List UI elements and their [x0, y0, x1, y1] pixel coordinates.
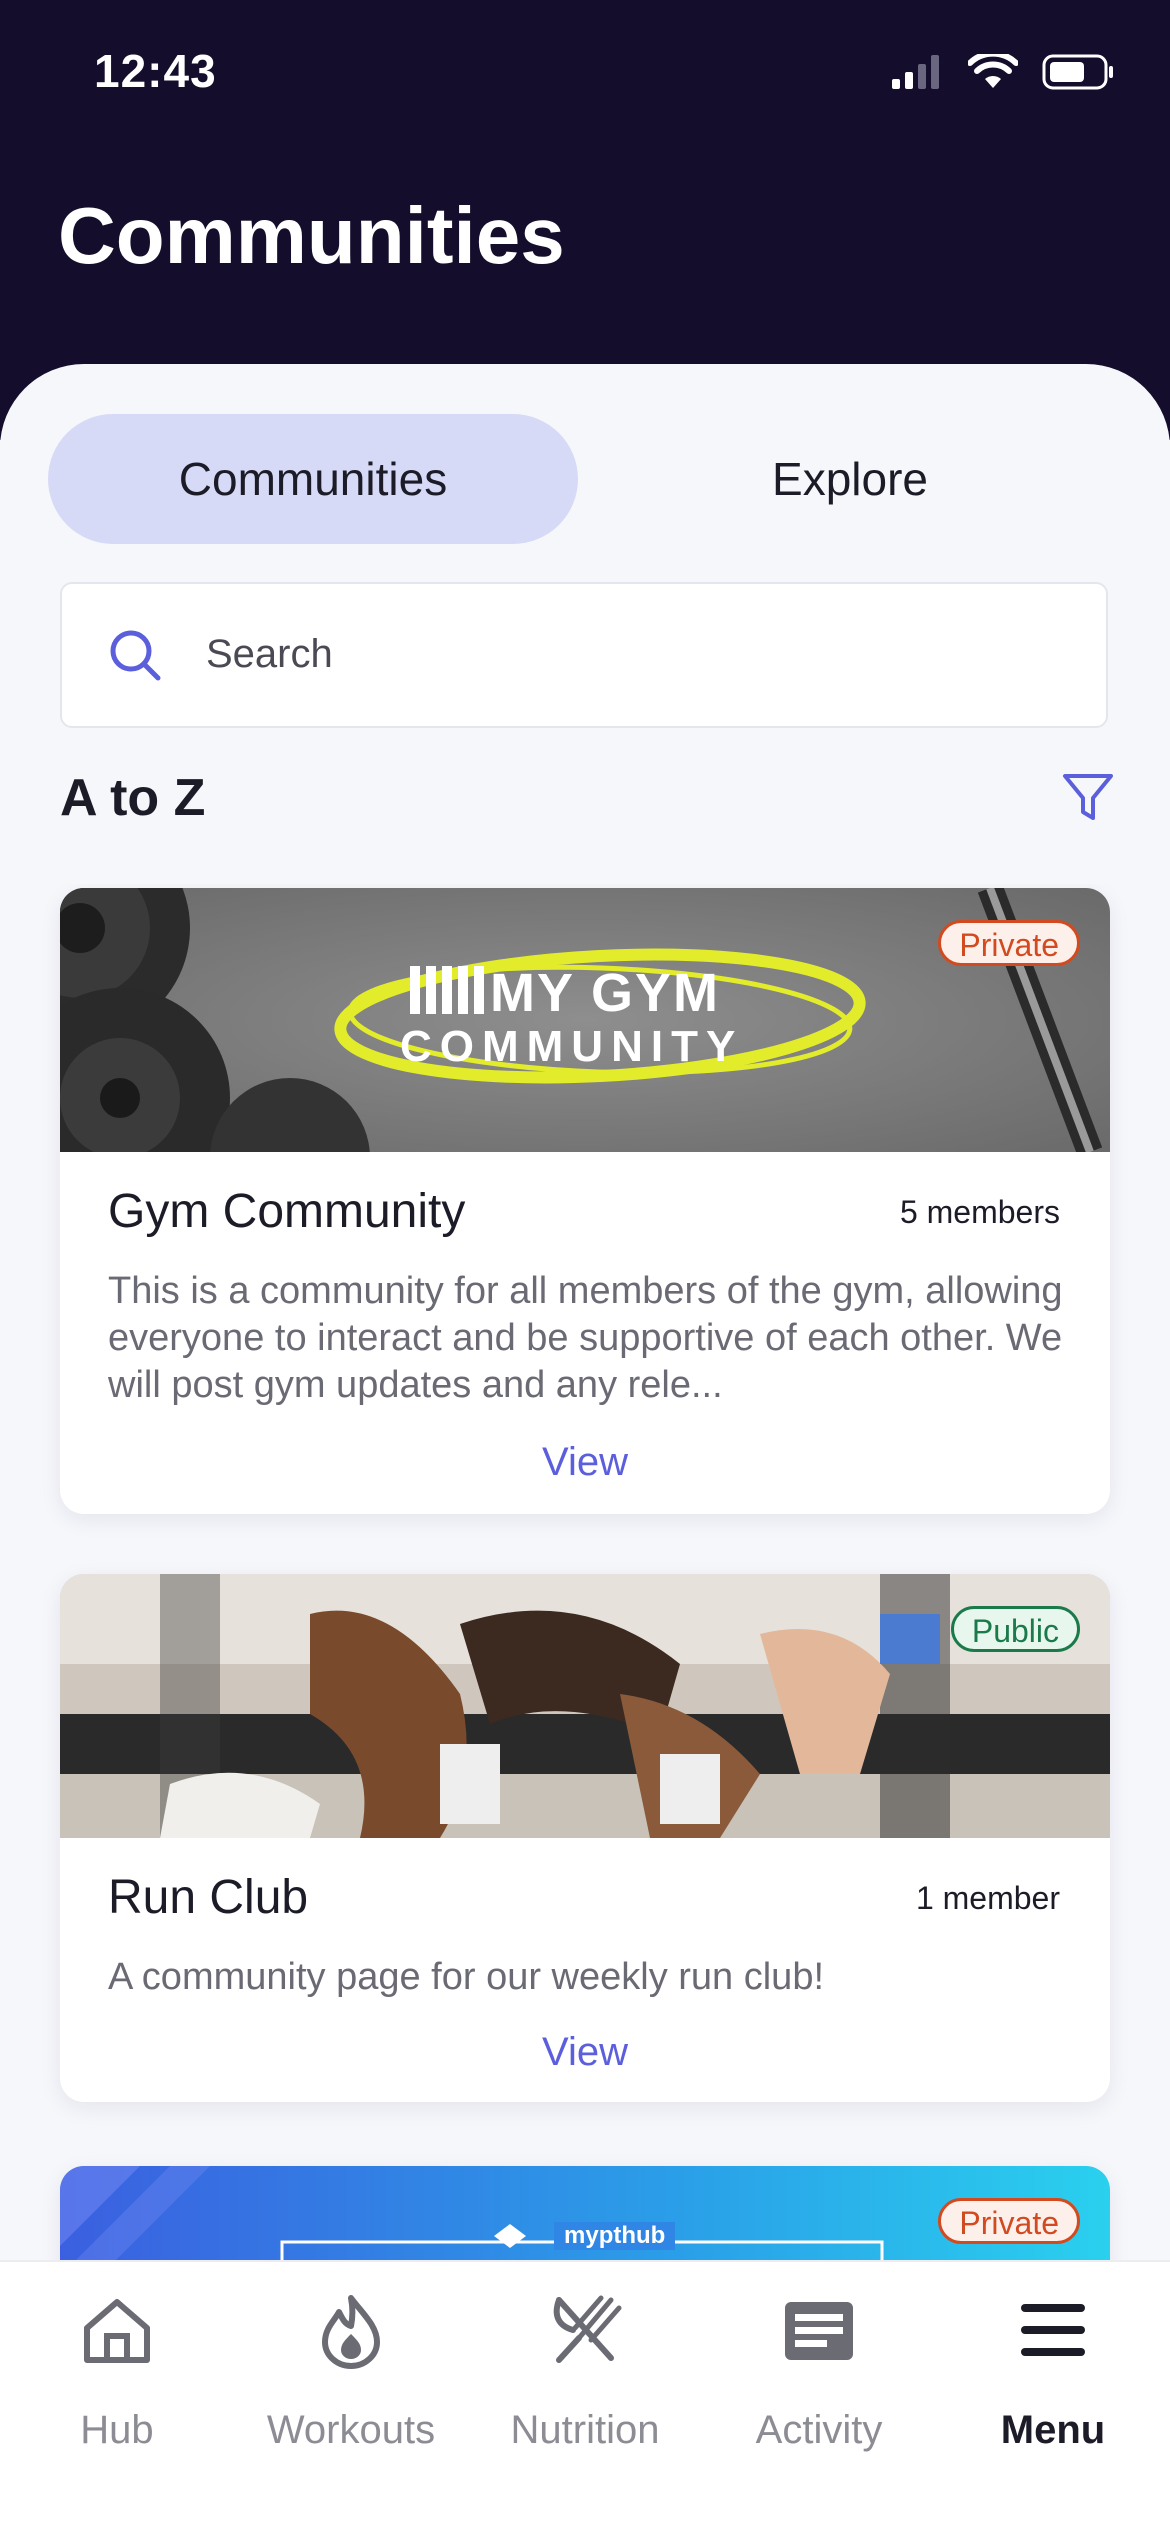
- community-list: MY GYM COMMUNITY Private Gym Community 5…: [0, 884, 1170, 2260]
- community-card-gym[interactable]: MY GYM COMMUNITY Private Gym Community 5…: [60, 888, 1110, 1514]
- segmented-control: Communities Explore: [48, 414, 1122, 544]
- view-link[interactable]: View: [60, 1440, 1110, 1485]
- flame-icon: [322, 2295, 380, 2369]
- privacy-badge-public: Public: [950, 1606, 1080, 1652]
- cellular-signal-icon: [892, 55, 939, 89]
- gym-banner-subtitle: COMMUNITY: [400, 1022, 744, 1071]
- mypthub-banner-text: mypthub: [554, 2222, 676, 2250]
- activity-feed-icon: [785, 2302, 853, 2360]
- community-description: A community page for our weekly run club…: [108, 1956, 825, 1998]
- status-bar: 12:43: [0, 0, 1170, 150]
- search-placeholder: Search: [206, 632, 333, 676]
- privacy-badge-private: Private: [938, 920, 1080, 966]
- gym-banner-image: MY GYM COMMUNITY Private: [60, 888, 1110, 1152]
- privacy-badge-private: Private: [938, 2198, 1080, 2244]
- member-count: 1 member: [915, 1880, 1060, 1916]
- community-description: This is a community for all members of t…: [108, 1270, 1063, 1406]
- tab-activity[interactable]: Activity: [702, 2262, 936, 2462]
- community-name: Gym Community: [108, 1185, 466, 1238]
- mypthub-banner-image: mypthub Private: [60, 2166, 1110, 2260]
- run-club-banner-art: [60, 1574, 1110, 1838]
- tab-label: Workouts: [266, 2408, 436, 2452]
- section-title: A to Z: [60, 769, 206, 827]
- tab-label: Activity: [755, 2408, 883, 2452]
- tab-hub[interactable]: Hub: [0, 2262, 234, 2462]
- search-input[interactable]: Search: [60, 582, 1108, 728]
- tab-nutrition[interactable]: Nutrition: [468, 2262, 702, 2462]
- tab-communities[interactable]: Communities: [48, 414, 578, 544]
- gym-banner-title: MY GYM: [490, 963, 721, 1023]
- search-icon: [110, 630, 161, 681]
- community-card-run-club[interactable]: Public Run Club 1 member A community pag…: [60, 1574, 1110, 2102]
- tab-workouts[interactable]: Workouts: [234, 2262, 468, 2462]
- wifi-icon: [968, 54, 1018, 88]
- tab-label: Hub: [80, 2408, 154, 2452]
- filter-icon[interactable]: [1060, 770, 1116, 826]
- view-link[interactable]: View: [60, 2030, 1110, 2075]
- fork-knife-icon: [553, 2295, 622, 2363]
- run-club-banner-image: Public: [60, 1574, 1110, 1838]
- tab-label: Menu: [1000, 2408, 1106, 2452]
- member-count: 5 members: [899, 1194, 1060, 1230]
- bottom-tab-bar: Hub Workouts Nutrition Activity Menu: [0, 2260, 1170, 2534]
- home-icon: [84, 2299, 150, 2363]
- battery-icon: [1042, 54, 1113, 90]
- status-time: 12:43: [94, 45, 217, 97]
- hamburger-menu-icon: [1021, 2304, 1085, 2356]
- status-icons: [892, 54, 1114, 90]
- page-title: Communities: [58, 191, 565, 280]
- community-card-mypthub[interactable]: mypthub Private: [60, 2166, 1110, 2260]
- community-name: Run Club: [108, 1871, 309, 1924]
- tab-explore[interactable]: Explore: [578, 414, 1122, 544]
- tab-label: Nutrition: [510, 2408, 660, 2452]
- tab-menu[interactable]: Menu: [936, 2262, 1170, 2462]
